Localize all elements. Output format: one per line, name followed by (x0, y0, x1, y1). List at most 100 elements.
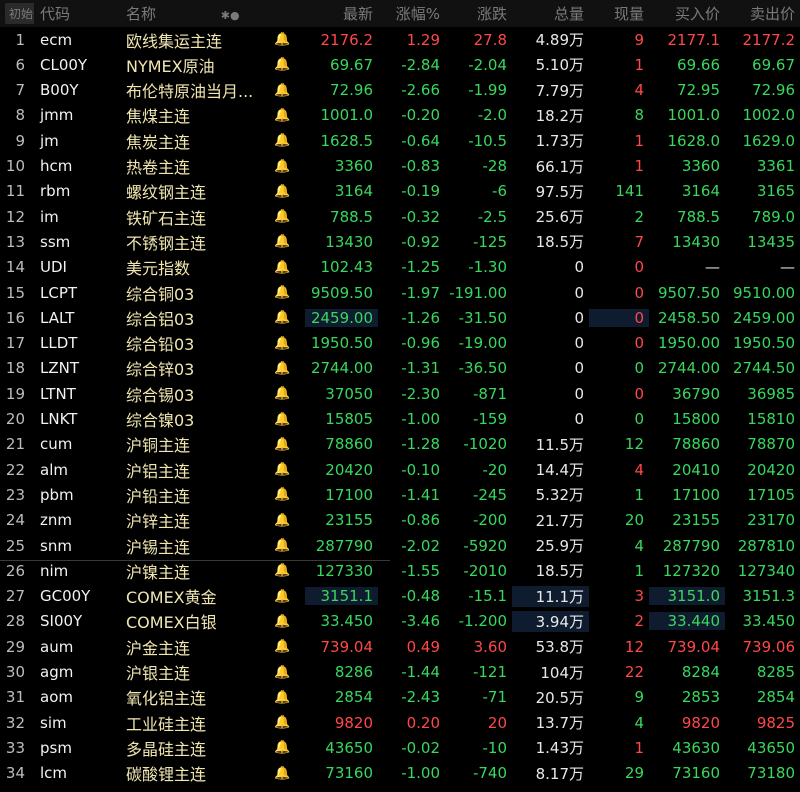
col-header-vol[interactable]: 总量 (512, 3, 589, 24)
alert-bell-icon[interactable]: 🔔 (265, 260, 305, 275)
col-header-pct[interactable]: 涨幅% (378, 3, 445, 24)
alert-bell-icon[interactable]: 🔔 (265, 487, 305, 502)
col-header-bid-label: 买入价 (674, 5, 720, 23)
row-index: 14 (5, 258, 25, 277)
table-row[interactable]: 28 SI00Y COMEX白银 🔔 33.450 -3.46 -1.200 3.94万 2 33… (0, 609, 800, 634)
total-volume: 4.89万 (535, 31, 584, 49)
table-row[interactable]: 22 alm 沪铝主连 🔔 20420 -0.10 -20 14.4万 4 20410 20420 (0, 457, 800, 482)
col-header-name[interactable]: 名称 ✱● (117, 3, 265, 24)
alert-bell-icon[interactable]: 🔔 (265, 336, 305, 351)
alert-bell-icon[interactable]: 🔔 (265, 310, 305, 325)
alert-bell-icon[interactable]: 🔔 (265, 32, 305, 47)
alert-bell-icon[interactable]: 🔔 (265, 538, 305, 553)
change-amount: -10 (482, 738, 508, 757)
alert-bell-icon[interactable]: 🔔 (265, 209, 305, 224)
alert-bell-icon[interactable]: 🔔 (265, 639, 305, 654)
ask-price: 1629.0 (742, 131, 796, 150)
ask-price: — (780, 258, 795, 277)
table-row[interactable]: 18 LZNT 综合锌03 🔔 2744.00 -1.31 -36.50 0 0 2744.00 2… (0, 356, 800, 381)
table-row[interactable]: 6 CL00Y NYMEX原油 🔔 69.67 -2.84 -2.04 5.10万 1 69.66… (0, 52, 800, 77)
header-settings-icons[interactable]: ✱● (221, 9, 240, 22)
col-header-cur[interactable]: 现量 (589, 3, 649, 24)
table-row[interactable]: 23 pbm 沪铅主连 🔔 17100 -1.41 -245 5.32万 1 17100 17105 (0, 482, 800, 507)
table-row[interactable]: 12 im 铁矿石主连 🔔 788.5 -0.32 -2.5 25.6万 2 788.5 789.0 (0, 204, 800, 229)
alert-bell-icon[interactable]: 🔔 (265, 614, 305, 629)
alert-bell-icon[interactable]: 🔔 (265, 285, 305, 300)
alert-bell-icon[interactable]: 🔔 (265, 437, 305, 452)
table-row[interactable]: 11 rbm 螺纹钢主连 🔔 3164 -0.19 -6 97.5万 141 3164 3165 (0, 179, 800, 204)
row-index: 21 (5, 435, 25, 454)
table-row[interactable]: 17 LLDT 综合铅03 🔔 1950.50 -0.96 -19.00 0 0 1950.00 1… (0, 331, 800, 356)
table-row[interactable]: 7 B00Y 布伦特原油当月... 🔔 72.96 -2.66 -1.99 7.79万 4 72.… (0, 78, 800, 103)
table-row[interactable]: 33 psm 多晶硅主连 🔔 43650 -0.02 -10 1.43万 1 43630 43650 (0, 735, 800, 760)
alert-bell-icon[interactable]: 🔔 (265, 159, 305, 174)
bid-price: 2458.50 (657, 308, 720, 327)
alert-bell-icon[interactable]: 🔔 (265, 690, 305, 705)
ask-price: 789.0 (752, 207, 795, 226)
table-row[interactable]: 30 agm 沪银主连 🔔 8286 -1.44 -121 104万 22 8284 8285 (0, 660, 800, 685)
bid-price: 788.5 (677, 207, 720, 226)
alert-bell-icon[interactable]: 🔔 (265, 361, 305, 376)
instrument-name: 多晶硅主连 (126, 739, 207, 759)
row-index: 30 (5, 663, 25, 681)
alert-bell-icon[interactable]: 🔔 (265, 462, 305, 477)
change-percent: -2.84 (401, 55, 440, 74)
col-header-chg[interactable]: 涨跌 (445, 3, 512, 24)
alert-bell-icon[interactable]: 🔔 (265, 513, 305, 528)
col-header-ask[interactable]: 卖出价 (725, 3, 800, 24)
alert-bell-icon[interactable]: 🔔 (265, 665, 305, 680)
alert-bell-icon[interactable]: 🔔 (265, 133, 305, 148)
current-volume: 20 (624, 511, 644, 530)
alert-bell-icon[interactable]: 🔔 (265, 108, 305, 123)
table-row[interactable]: 10 hcm 热卷主连 🔔 3360 -0.83 -28 66.1万 1 3360 3361 (0, 154, 800, 179)
table-row[interactable]: 26 nim 沪镍主连 🔔 127330 -1.55 -2010 18.5万 1 127320 12… (0, 558, 800, 583)
alert-bell-icon[interactable]: 🔔 (265, 715, 305, 730)
col-header-last[interactable]: 最新 (305, 3, 378, 24)
table-row[interactable]: 29 aum 沪金主连 🔔 739.04 0.49 3.60 53.8万 12 739.04 739… (0, 634, 800, 659)
change-amount: -28 (482, 157, 508, 175)
alert-bell-icon[interactable]: 🔔 (265, 184, 305, 199)
alert-bell-icon[interactable]: 🔔 (265, 386, 305, 401)
ask-price: 33.450 (742, 612, 796, 631)
change-amount: -19.00 (458, 334, 507, 353)
alert-bell-icon[interactable]: 🔔 (265, 234, 305, 249)
symbol-code: CL00Y (40, 55, 88, 74)
table-row[interactable]: 19 LTNT 综合锡03 🔔 37050 -2.30 -871 0 0 36790 36985 (0, 381, 800, 406)
table-row[interactable]: 25 snm 沪锡主连 🔔 287790 -2.02 -5920 25.9万 4 287790 28… (0, 533, 800, 558)
table-row[interactable]: 21 cum 沪铜主连 🔔 78860 -1.28 -1020 11.5万 12 78860 788… (0, 432, 800, 457)
alert-bell-icon[interactable]: 🔔 (265, 740, 305, 755)
table-row[interactable]: 14 UDI 美元指数 🔔 102.43 -1.25 -1.30 0 0 — — (0, 255, 800, 280)
col-header-code[interactable]: 代码 (34, 3, 117, 24)
current-volume: 3 (634, 587, 644, 606)
alert-bell-icon[interactable]: 🔔 (265, 563, 305, 578)
change-percent: -3.46 (401, 612, 440, 631)
bid-price: 2853 (681, 688, 720, 707)
table-row[interactable]: 24 znm 沪锌主连 🔔 23155 -0.86 -200 21.7万 20 23155 2317… (0, 508, 800, 533)
table-row[interactable]: 13 ssm 不锈钢主连 🔔 13430 -0.92 -125 18.5万 7 13430 1343… (0, 229, 800, 254)
table-row[interactable]: 34 lcm 碳酸锂主连 🔔 73160 -1.00 -740 8.17万 29 73160 731… (0, 761, 800, 786)
alert-bell-icon[interactable]: 🔔 (265, 766, 305, 781)
table-row[interactable]: 8 jmm 焦煤主连 🔔 1001.0 -0.20 -2.0 18.2万 8 1001.0 1002… (0, 103, 800, 128)
instrument-name: 欧线集运主连 (126, 31, 223, 51)
total-volume: 0 (574, 258, 584, 277)
instrument-name: 沪铝主连 (126, 461, 191, 481)
initial-badge[interactable]: 初始 (5, 3, 34, 24)
current-volume: 1 (634, 131, 644, 150)
table-row[interactable]: 15 LCPT 综合铜03 🔔 9509.50 -1.97 -191.00 0 0 9507.50… (0, 280, 800, 305)
alert-bell-icon[interactable]: 🔔 (265, 589, 305, 604)
table-row[interactable]: 27 GC00Y COMEX黄金 🔔 3151.1 -0.48 -15.1 11.1万 3 315… (0, 584, 800, 609)
table-row[interactable]: 16 LALT 综合铝03 🔔 2459.00 -1.26 -31.50 0 0 2458.50 2… (0, 305, 800, 330)
table-row[interactable]: 32 sim 工业硅主连 🔔 9820 0.20 20 13.7万 4 9820 9825 (0, 710, 800, 735)
row-index: 16 (5, 308, 25, 327)
table-row[interactable]: 20 LNKT 综合镍03 🔔 15805 -1.00 -159 0 0 15800 15810 (0, 407, 800, 432)
change-amount: -740 (472, 764, 507, 783)
table-row[interactable]: 9 jm 焦炭主连 🔔 1628.5 -0.64 -10.5 1.73万 1 1628.0 1629… (0, 128, 800, 153)
alert-bell-icon[interactable]: 🔔 (265, 412, 305, 427)
bid-price: 23155 (672, 511, 720, 530)
table-row[interactable]: 31 aom 氧化铝主连 🔔 2854 -2.43 -71 20.5万 9 2853 2854 (0, 685, 800, 710)
total-volume: 25.6万 (535, 208, 584, 227)
table-row[interactable]: 1 ecm 欧线集运主连 🔔 2176.2 1.29 27.8 4.89万 9 2177.1 217… (0, 27, 800, 52)
alert-bell-icon[interactable]: 🔔 (265, 57, 305, 72)
col-header-bid[interactable]: 买入价 (649, 3, 725, 24)
alert-bell-icon[interactable]: 🔔 (265, 83, 305, 98)
